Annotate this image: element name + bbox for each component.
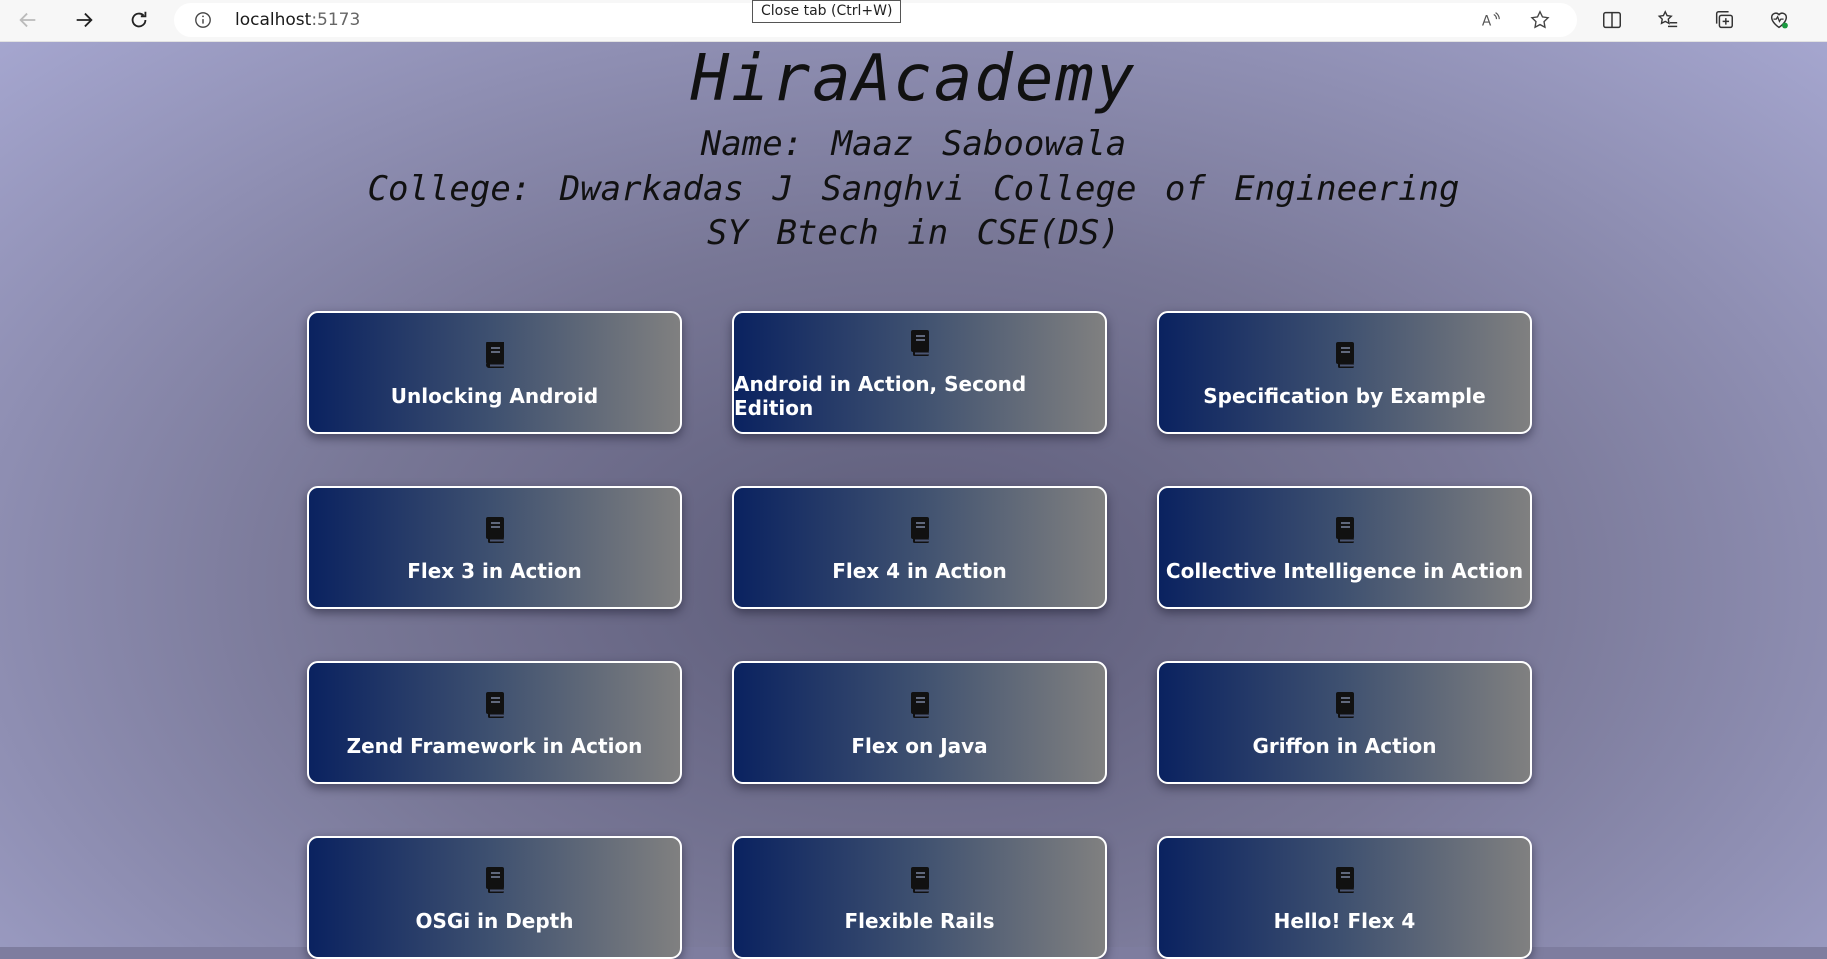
book-title: Flex on Java bbox=[851, 733, 988, 758]
favorite-star-icon bbox=[1530, 10, 1550, 29]
svg-text:A: A bbox=[1482, 14, 1492, 30]
forward-icon bbox=[76, 12, 93, 28]
info-icon[interactable] bbox=[194, 11, 212, 29]
back-button[interactable] bbox=[10, 2, 46, 38]
refresh-button[interactable] bbox=[121, 2, 157, 38]
back-icon bbox=[19, 12, 36, 28]
book-title: Zend Framework in Action bbox=[346, 733, 643, 758]
book-title: Griffon in Action bbox=[1252, 733, 1437, 758]
page-content: HiraAcademy Name: Maaz Saboowala College… bbox=[0, 42, 1827, 959]
url-port: :5173 bbox=[311, 10, 361, 30]
favorites-button[interactable] bbox=[1651, 3, 1685, 37]
collections-icon bbox=[1715, 11, 1733, 29]
book-title: Flexible Rails bbox=[844, 908, 995, 933]
book-card[interactable]: OSGi in Depth bbox=[307, 836, 682, 959]
url-text: localhost:5173 bbox=[235, 10, 360, 30]
book-card[interactable]: Flexible Rails bbox=[732, 836, 1107, 959]
forward-button[interactable] bbox=[66, 2, 102, 38]
close-tab-tooltip: Close tab (Ctrl+W) bbox=[752, 0, 902, 23]
course-name: SY Btech in CSE(DS) bbox=[707, 213, 1120, 253]
book-card[interactable]: Collective Intelligence in Action bbox=[1157, 486, 1532, 609]
book-icon bbox=[1335, 516, 1354, 543]
book-card[interactable]: Flex 3 in Action bbox=[307, 486, 682, 609]
book-card[interactable]: Android in Action, Second Edition bbox=[732, 311, 1107, 434]
book-title: Hello! Flex 4 bbox=[1273, 908, 1416, 933]
student-name: Name: Maaz Saboowala bbox=[700, 124, 1127, 164]
book-icon bbox=[910, 329, 929, 356]
read-aloud-button[interactable]: A bbox=[1474, 3, 1508, 37]
book-icon bbox=[485, 866, 504, 893]
refresh-icon bbox=[131, 11, 147, 28]
read-aloud-icon: A bbox=[1482, 12, 1500, 30]
book-title: Specification by Example bbox=[1203, 383, 1486, 408]
book-card[interactable]: Zend Framework in Action bbox=[307, 661, 682, 784]
split-screen-button[interactable] bbox=[1595, 3, 1629, 37]
book-title: Flex 4 in Action bbox=[832, 558, 1007, 583]
book-icon bbox=[485, 691, 504, 718]
browser-toolbar: localhost:5173 A Close tab (Ctrl+W) bbox=[0, 0, 1827, 42]
book-title: Android in Action, Second Edition bbox=[734, 371, 1027, 420]
favorites-icon bbox=[1657, 10, 1678, 28]
book-card[interactable]: Flex 4 in Action bbox=[732, 486, 1107, 609]
split-screen-icon bbox=[1603, 11, 1621, 29]
book-icon bbox=[485, 341, 504, 368]
collections-button[interactable] bbox=[1707, 3, 1741, 37]
book-card[interactable]: Flex on Java bbox=[732, 661, 1107, 784]
page-title: HiraAcademy bbox=[690, 42, 1137, 116]
book-card[interactable]: Unlocking Android bbox=[307, 311, 682, 434]
favorite-button[interactable] bbox=[1523, 3, 1557, 37]
book-title: Unlocking Android bbox=[390, 383, 599, 408]
book-grid: Unlocking Android Android in Action, Sec… bbox=[307, 311, 1532, 959]
book-title: Flex 3 in Action bbox=[407, 558, 582, 583]
book-icon bbox=[1335, 691, 1354, 718]
book-card[interactable]: Specification by Example bbox=[1157, 311, 1532, 434]
book-icon bbox=[910, 691, 929, 718]
browser-essentials-icon bbox=[1770, 12, 1788, 29]
book-title: Collective Intelligence in Action bbox=[1165, 558, 1524, 583]
book-icon bbox=[1335, 341, 1354, 368]
book-icon bbox=[1335, 866, 1354, 893]
college-name: College: Dwarkadas J Sanghvi College of … bbox=[367, 169, 1460, 209]
book-icon bbox=[485, 516, 504, 543]
book-card[interactable]: Hello! Flex 4 bbox=[1157, 836, 1532, 959]
book-icon bbox=[910, 866, 929, 893]
book-icon bbox=[910, 516, 929, 543]
browser-essentials-button[interactable] bbox=[1762, 3, 1796, 37]
book-title: OSGi in Depth bbox=[415, 908, 574, 933]
url-host: localhost bbox=[235, 10, 312, 30]
book-card[interactable]: Griffon in Action bbox=[1157, 661, 1532, 784]
